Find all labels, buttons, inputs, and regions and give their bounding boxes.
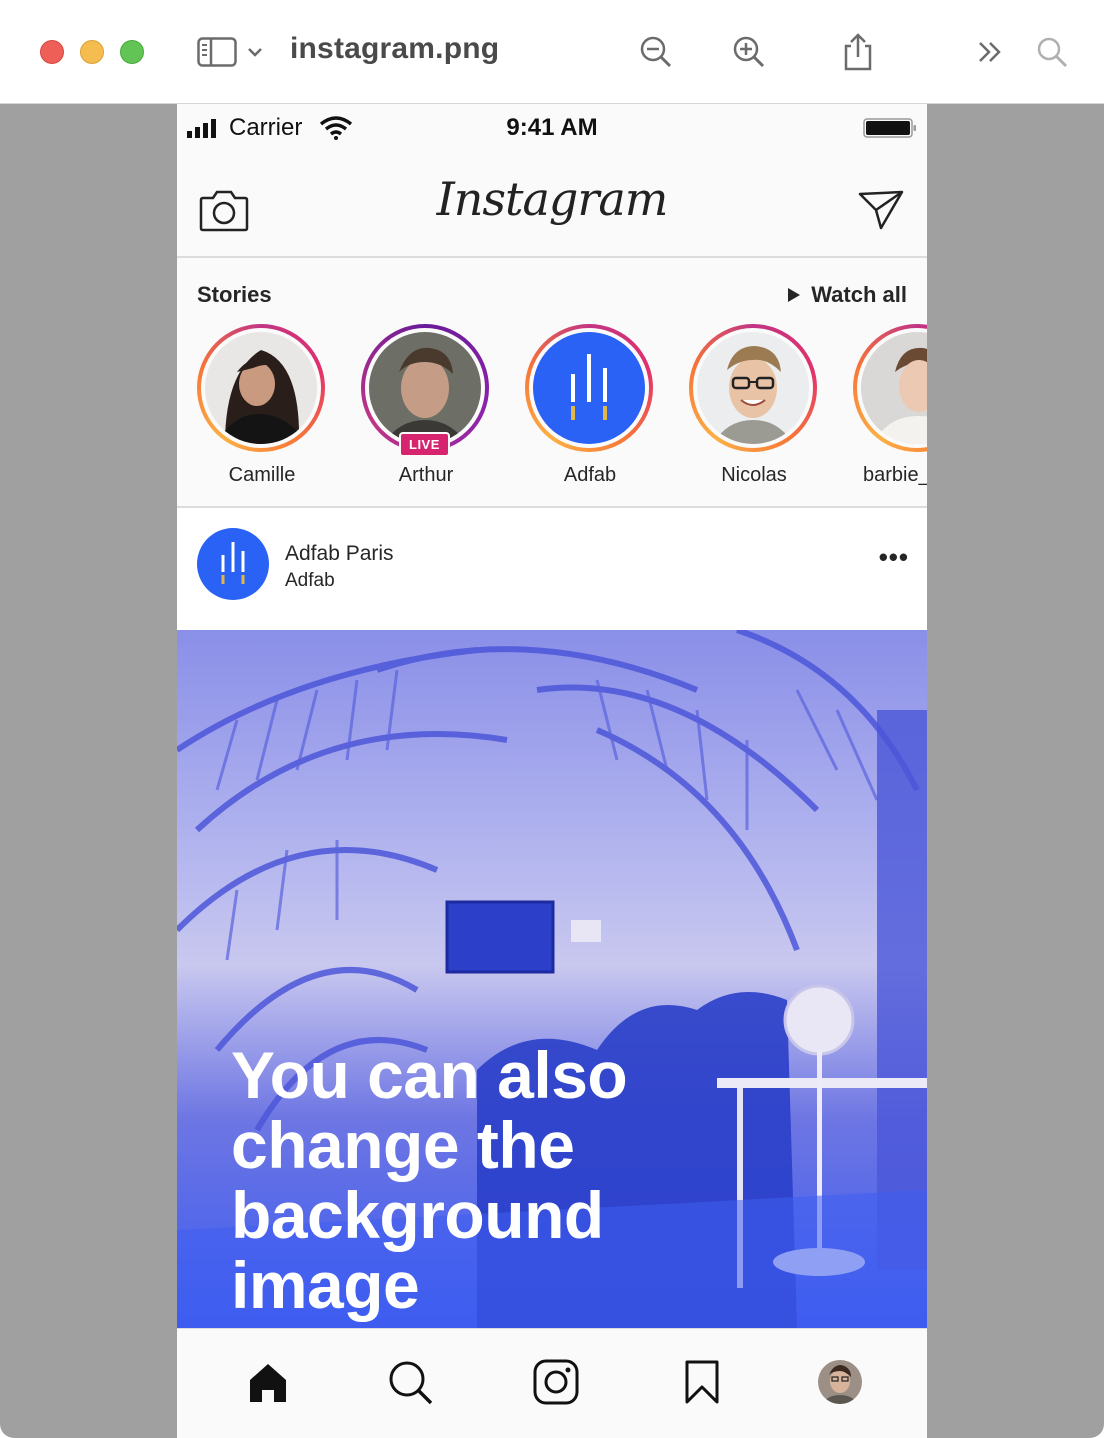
zoom-out-icon[interactable]: [636, 30, 676, 74]
story-ring: LIVE: [361, 324, 489, 457]
more-chevrons-icon[interactable]: [972, 30, 1008, 74]
search-icon[interactable]: [385, 1357, 435, 1407]
bottom-tab-bar: [177, 1328, 927, 1438]
story-barbie[interactable]: barbie_: [853, 324, 927, 487]
story-arthur[interactable]: LIVE Arthur: [361, 324, 491, 487]
watch-all-label: Watch all: [811, 282, 907, 307]
story-camille[interactable]: Camille: [197, 324, 327, 487]
bookmark-icon[interactable]: [677, 1357, 727, 1407]
preview-window: instagram.png Carrier 9:41 AM Instagram …: [0, 0, 1104, 1438]
avatar: [205, 332, 317, 444]
story-ring: [525, 324, 653, 452]
close-window-button[interactable]: [40, 40, 64, 64]
post-overlay-text: You can also change the background image: [231, 1038, 628, 1322]
profile-avatar[interactable]: [815, 1357, 865, 1407]
avatar: [861, 332, 927, 444]
chevron-down-icon[interactable]: [244, 30, 266, 74]
sidebar-toggle-icon[interactable]: [196, 30, 238, 74]
story-name: Camille: [228, 464, 296, 486]
stories-tray: Stories Watch all Camille LIVE Arthur Ad…: [177, 258, 927, 508]
phone-screen: Carrier 9:41 AM Instagram Stories Watch …: [177, 104, 927, 1438]
story-name: Adfab: [563, 464, 617, 486]
post-image[interactable]: You can also change the background image: [177, 630, 927, 1328]
post-avatar[interactable]: [197, 528, 269, 600]
adfab-logo: [533, 332, 645, 444]
story-name: barbie_: [863, 464, 927, 486]
reels-icon[interactable]: [531, 1357, 581, 1407]
play-icon: [788, 288, 801, 302]
minimize-window-button[interactable]: [80, 40, 104, 64]
story-ring: [853, 324, 927, 452]
story-name: Nicolas: [721, 464, 787, 486]
post-location[interactable]: Adfab: [285, 570, 335, 592]
story-nicolas[interactable]: Nicolas: [689, 324, 819, 487]
story-name: Arthur: [398, 464, 454, 486]
zoom-window-button[interactable]: [120, 40, 144, 64]
instagram-navbar: Instagram: [177, 150, 927, 258]
share-icon[interactable]: [838, 30, 878, 74]
story-ring: [689, 324, 817, 452]
avatar: [369, 332, 481, 444]
home-icon[interactable]: [243, 1357, 293, 1407]
story-adfab[interactable]: Adfab: [525, 324, 655, 487]
post-header: Adfab Paris Adfab •••: [177, 508, 927, 630]
watch-all-button[interactable]: Watch all: [787, 282, 907, 308]
window-titlebar: instagram.png: [0, 0, 1104, 104]
window-title: instagram.png: [290, 32, 500, 65]
direct-message-icon[interactable]: [857, 188, 905, 232]
instagram-logo: Instagram: [436, 172, 669, 226]
search-icon[interactable]: [1032, 30, 1072, 74]
zoom-in-icon[interactable]: [729, 30, 769, 74]
ios-status-bar: Carrier 9:41 AM: [177, 104, 927, 150]
clock: 9:41 AM: [506, 114, 598, 141]
story-ring: [197, 324, 325, 452]
battery-icon: [863, 118, 916, 138]
stories-heading: Stories: [197, 282, 272, 307]
avatar: [697, 332, 809, 444]
live-badge: LIVE: [399, 432, 450, 457]
more-options-icon[interactable]: •••: [879, 542, 909, 573]
post-account-name[interactable]: Adfab Paris: [285, 542, 394, 566]
